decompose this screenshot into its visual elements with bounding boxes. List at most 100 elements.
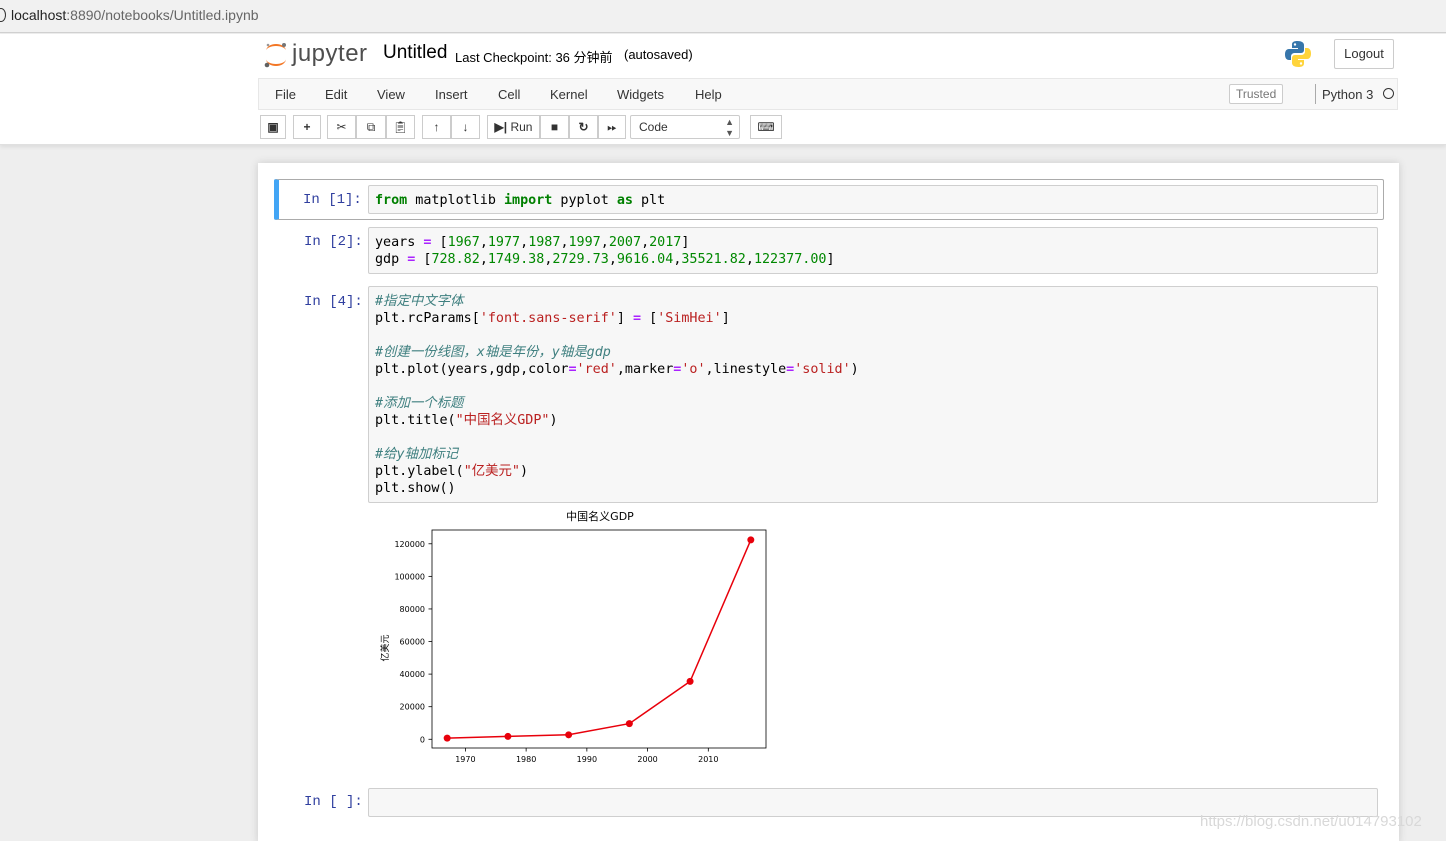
gdp-data-point bbox=[686, 677, 694, 685]
menu-cell[interactable]: Cell bbox=[498, 87, 520, 102]
code-line: plt.title("中国名义GDP") bbox=[375, 413, 558, 428]
menu-bar: File Edit View Insert Cell Kernel Widget… bbox=[258, 78, 1398, 110]
watermark: https://blog.csdn.net/u014793102 bbox=[1200, 813, 1422, 830]
menu-file[interactable]: File bbox=[275, 87, 296, 102]
arrow-down-icon: ↓ bbox=[462, 120, 469, 134]
browser-url-bar[interactable]: localhost:8890/notebooks/Untitled.ipynb bbox=[0, 0, 1446, 33]
x-tick-label: 1990 bbox=[577, 755, 597, 764]
x-tick-label: 1980 bbox=[516, 755, 536, 764]
notebook-header: jupyter Untitled Last Checkpoint: 36 分钟前… bbox=[0, 34, 1446, 145]
cell-prompt: In [2]: bbox=[304, 234, 363, 250]
restart-button[interactable]: ↻ bbox=[569, 115, 598, 139]
code-line: plt.plot(years,gdp,color='red',marker='o… bbox=[375, 362, 859, 377]
chart-plot-frame bbox=[431, 529, 767, 749]
select-arrows-icon: ▲ ▼ bbox=[725, 117, 734, 138]
y-tick-label: 60000 bbox=[400, 638, 425, 647]
cut-button[interactable]: ✂ bbox=[327, 115, 356, 139]
copy-button[interactable]: ⧉ bbox=[356, 115, 386, 139]
notebook-container: In [1]: from matplotlib import pyplot as… bbox=[258, 163, 1399, 841]
cell-prompt: In [1]: bbox=[303, 192, 362, 208]
stop-icon: ■ bbox=[550, 120, 559, 134]
menu-kernel[interactable]: Kernel bbox=[550, 87, 588, 102]
menu-edit[interactable]: Edit bbox=[325, 87, 347, 102]
y-tick-label: 0 bbox=[420, 735, 425, 744]
gdp-data-point bbox=[625, 720, 633, 728]
code-editor[interactable]: #指定中文字体 plt.rcParams['font.sans-serif'] … bbox=[368, 286, 1378, 503]
menu-view[interactable]: View bbox=[377, 87, 405, 102]
code-cell-1[interactable]: In [1]: from matplotlib import pyplot as… bbox=[274, 179, 1384, 220]
code-comment: #添加一个标题 bbox=[375, 396, 464, 411]
save-icon: ▣ bbox=[267, 120, 279, 134]
cut-icon: ✂ bbox=[336, 120, 347, 134]
menu-widgets[interactable]: Widgets bbox=[617, 87, 664, 102]
logout-button[interactable]: Logout bbox=[1334, 39, 1394, 69]
url-text[interactable]: localhost:8890/notebooks/Untitled.ipynb bbox=[11, 7, 259, 23]
gdp-data-point bbox=[504, 732, 512, 740]
toolbar: ▣ + ✂ ⧉ 📋︎ ↑ ↓ ▶︎| Run ■ ↻ ⏩︎ Code ▲ ▼ ⌨ bbox=[258, 113, 1398, 140]
step-run-icon: ▶︎| bbox=[494, 120, 508, 134]
x-tick-label: 2010 bbox=[698, 755, 718, 764]
arrow-up-icon: ↑ bbox=[433, 120, 440, 134]
cell-prompt: In [ ]: bbox=[304, 794, 363, 810]
trusted-badge[interactable]: Trusted bbox=[1229, 84, 1284, 104]
checkpoint-status: Last Checkpoint: 36 分钟前 bbox=[455, 50, 613, 65]
keyboard-icon: ⌨ bbox=[757, 120, 775, 134]
code-line: gdp = [728.82,1749.38,2729.73,9616.04,35… bbox=[375, 252, 835, 267]
chart-y-axis-label: 亿美元 bbox=[379, 634, 391, 661]
python-logo-icon bbox=[1285, 41, 1311, 67]
autosave-status: (autosaved) bbox=[624, 47, 693, 62]
code-cell-2[interactable]: In [2]: years = [1967,1977,1987,1997,200… bbox=[274, 226, 1384, 275]
save-button[interactable]: ▣ bbox=[260, 115, 286, 139]
move-up-button[interactable]: ↑ bbox=[422, 115, 451, 139]
menu-insert[interactable]: Insert bbox=[435, 87, 468, 102]
code-cell-3[interactable]: In [4]: #指定中文字体 plt.rcParams['font.sans-… bbox=[274, 286, 1384, 506]
y-tick-label: 100000 bbox=[394, 572, 425, 581]
fast-forward-icon: ⏩︎ bbox=[607, 120, 617, 134]
run-label: Run bbox=[510, 120, 533, 134]
x-tick-label: 2000 bbox=[637, 755, 657, 764]
cell-type-select[interactable]: Code ▲ ▼ bbox=[630, 115, 740, 139]
insert-cell-button[interactable]: + bbox=[293, 115, 321, 139]
url-path: :8890/notebooks/Untitled.ipynb bbox=[66, 7, 259, 23]
code-comment: #给y轴加标记 bbox=[375, 447, 459, 462]
paste-button[interactable]: 📋︎ bbox=[386, 115, 415, 139]
move-down-button[interactable]: ↓ bbox=[451, 115, 480, 139]
restart-run-all-button[interactable]: ⏩︎ bbox=[598, 115, 626, 139]
code-comment: #指定中文字体 bbox=[375, 294, 464, 309]
y-tick-label: 40000 bbox=[400, 670, 425, 679]
gdp-data-point bbox=[443, 734, 451, 742]
chart-title: 中国名义GDP bbox=[566, 509, 634, 523]
interrupt-button[interactable]: ■ bbox=[540, 115, 569, 139]
gdp-data-point bbox=[565, 731, 573, 739]
cell-prompt: In [4]: bbox=[304, 294, 363, 310]
run-button[interactable]: ▶︎| Run bbox=[487, 115, 540, 139]
code-editor[interactable]: from matplotlib import pyplot as plt bbox=[368, 185, 1378, 214]
notebook-title[interactable]: Untitled bbox=[383, 42, 447, 64]
kernel-name: Python 3 bbox=[1322, 87, 1374, 102]
jupyter-logo[interactable]: jupyter bbox=[262, 40, 372, 72]
jupyter-logo-text: jupyter bbox=[292, 40, 368, 67]
restart-icon: ↻ bbox=[578, 120, 589, 134]
code-line: plt.ylabel("亿美元") bbox=[375, 464, 529, 479]
y-tick-label: 80000 bbox=[400, 605, 425, 614]
info-icon[interactable] bbox=[0, 8, 6, 22]
x-tick-label: 1970 bbox=[455, 755, 475, 764]
copy-icon: ⧉ bbox=[366, 120, 376, 134]
command-palette-button[interactable]: ⌨ bbox=[750, 115, 782, 139]
kernel-divider bbox=[1315, 84, 1316, 104]
gdp-line-chart: 1970 1980 1990 2000 2010 0 20000 40000 60000 8000… bbox=[379, 509, 767, 764]
code-line: from matplotlib import pyplot as plt bbox=[375, 193, 666, 208]
menu-help[interactable]: Help bbox=[695, 87, 722, 102]
url-host: localhost bbox=[11, 7, 67, 23]
code-line: plt.rcParams['font.sans-serif'] = ['SimH… bbox=[375, 311, 730, 326]
jupyter-logo-icon bbox=[264, 43, 286, 68]
code-editor[interactable]: years = [1967,1977,1987,1997,2007,2017] … bbox=[368, 227, 1378, 274]
code-line: plt.show() bbox=[375, 481, 456, 496]
plus-icon: + bbox=[303, 120, 311, 134]
code-comment: #创建一份线图，x轴是年份，y轴是gdp bbox=[375, 345, 611, 360]
paste-icon: 📋︎ bbox=[392, 120, 409, 134]
cell-type-value: Code bbox=[639, 120, 668, 134]
